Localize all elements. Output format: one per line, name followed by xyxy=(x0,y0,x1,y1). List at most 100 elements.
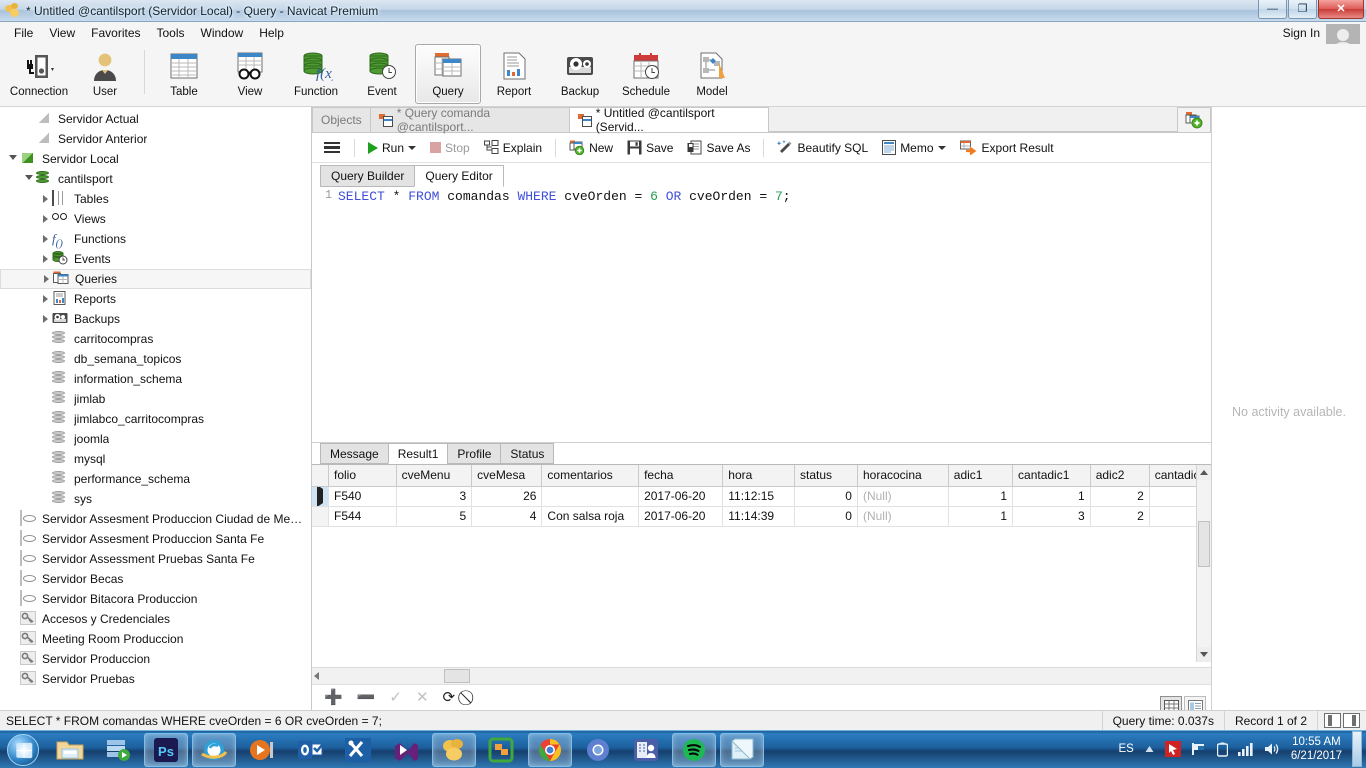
chevron-down-icon[interactable] xyxy=(408,145,417,150)
scroll-up-button[interactable] xyxy=(1197,465,1211,480)
chevron-right-icon[interactable] xyxy=(38,295,52,303)
toolbar-schedule[interactable]: Schedule xyxy=(613,44,679,104)
table-cell-horacocina[interactable]: (Null) xyxy=(857,506,949,527)
table-cell-cveMenu[interactable]: 3 xyxy=(396,486,473,507)
sidebar-item-servidor-assesment-produccion-santa-fe[interactable]: Servidor Assesment Produccion Santa Fe xyxy=(0,529,311,549)
tab-untitled-query[interactable]: * Untitled @cantilsport (Servid... xyxy=(568,106,769,134)
sql-editor[interactable]: 1 SELECT * FROM comandas WHERE cveOrden … xyxy=(312,187,1211,443)
sidebar-item-servidor-anterior[interactable]: Servidor Anterior xyxy=(0,129,311,149)
column-header-horacocina[interactable]: horacocina xyxy=(857,465,949,487)
toolbar-report[interactable]: Report xyxy=(481,44,547,104)
chevron-right-icon[interactable] xyxy=(38,255,52,263)
table-cell-cveMesa[interactable]: 26 xyxy=(471,486,543,507)
table-cell-fecha[interactable]: 2017-06-20 xyxy=(638,506,724,527)
taskbar-photoshop[interactable]: Ps xyxy=(144,732,188,767)
table-cell-hora[interactable]: 11:12:15 xyxy=(722,486,795,507)
sidebar-item-servidor-assesment-produccion-ciudad-de-mexico[interactable]: Servidor Assesment Produccion Ciudad de … xyxy=(0,509,311,529)
toolbar-model[interactable]: Model xyxy=(679,44,745,104)
menu-help[interactable]: Help xyxy=(251,24,292,42)
taskbar-media-server[interactable] xyxy=(96,733,140,767)
chevron-right-icon[interactable] xyxy=(38,195,52,203)
sidebar-item-carritocompras[interactable]: carritocompras xyxy=(0,329,311,349)
table-row[interactable]: F544 5 4 Con salsa roja 2017-06-20 11:14:39 0(… xyxy=(312,506,1211,527)
chevron-right-icon[interactable] xyxy=(39,275,53,283)
sidebar-item-performance-schema[interactable]: performance_schema xyxy=(0,469,311,489)
table-cell-cantadic1[interactable]: 1 xyxy=(1012,486,1091,507)
column-header-adic2[interactable]: adic2 xyxy=(1090,465,1150,487)
table-cell-cveMesa[interactable]: 4 xyxy=(471,506,543,527)
sidebar-item-reports[interactable]: Reports xyxy=(0,289,311,309)
taskbar-navicat[interactable] xyxy=(432,732,476,767)
sidebar-item-sys[interactable]: sys xyxy=(0,489,311,509)
chevron-down-icon[interactable] xyxy=(937,145,946,150)
action-center-flag-icon[interactable] xyxy=(1186,742,1212,756)
chevron-down-icon[interactable] xyxy=(22,174,36,184)
scroll-left-icon[interactable] xyxy=(314,672,319,680)
show-desktop-button[interactable] xyxy=(1352,731,1362,767)
toolbar-backup[interactable]: Backup xyxy=(547,44,613,104)
taskbar-teamviewer[interactable] xyxy=(480,733,524,767)
sidebar-item-servidor-produccion[interactable]: Servidor Produccion xyxy=(0,649,311,669)
sidebar-item-servidor-actual[interactable]: Servidor Actual xyxy=(0,109,311,129)
menu-view[interactable]: View xyxy=(41,24,83,42)
minimize-button[interactable]: — xyxy=(1258,0,1287,19)
table-cell-cveMenu[interactable]: 5 xyxy=(396,506,473,527)
taskbar-tools[interactable] xyxy=(336,733,380,767)
table-cell-adic2[interactable]: 2 xyxy=(1090,506,1150,527)
menu-window[interactable]: Window xyxy=(193,24,252,42)
tab-status[interactable]: Status xyxy=(500,443,555,464)
taskbar-notepad[interactable] xyxy=(720,732,764,767)
tab-objects[interactable]: Objects xyxy=(312,107,371,132)
add-record-icon[interactable]: ➕ xyxy=(324,690,343,705)
table-cell-adic1[interactable]: 1 xyxy=(948,486,1014,507)
table-cell-comentarios[interactable]: Con salsa roja xyxy=(541,506,640,527)
sidebar-item-servidor-becas[interactable]: Servidor Becas xyxy=(0,569,311,589)
beautify-sql-button[interactable]: Beautify SQL xyxy=(772,137,873,158)
result-grid[interactable]: folio cveMenu cveMesa comentarios fecha hora s… xyxy=(312,465,1211,527)
tab-query-builder[interactable]: Query Builder xyxy=(320,165,416,187)
new-tab-button[interactable] xyxy=(1177,107,1211,132)
column-header-comentarios[interactable]: comentarios xyxy=(541,465,640,487)
table-cell-folio[interactable]: F540 xyxy=(328,486,397,507)
sidebar-item-jimlab[interactable]: jimlab xyxy=(0,389,311,409)
sidebar-item-queries[interactable]: Queries xyxy=(0,269,311,289)
sql-code-text[interactable]: SELECT * FROM comandas WHERE cveOrden = … xyxy=(338,189,791,204)
remove-record-icon[interactable]: ➖ xyxy=(357,690,376,705)
sidebar-item-mysql[interactable]: mysql xyxy=(0,449,311,469)
sign-in-link[interactable]: Sign In xyxy=(1283,26,1320,40)
maximize-button[interactable]: ❐ xyxy=(1288,0,1317,19)
connection-tree-sidebar[interactable]: Servidor Actual Servidor Anterior Servidor… xyxy=(0,107,312,710)
table-row[interactable]: F540 3 26 2017-06-20 11:12:15 0 (Null) 1 1 2 xyxy=(312,486,1211,507)
sidebar-item-meeting-room-produccion[interactable]: Meeting Room Produccion xyxy=(0,629,311,649)
network-signal-icon[interactable] xyxy=(1233,742,1259,756)
sidebar-item-views[interactable]: Views xyxy=(0,209,311,229)
toggle-left-pane-icon[interactable] xyxy=(1324,713,1341,728)
refresh-icon[interactable]: ⟳ xyxy=(443,690,456,705)
taskbar-visual-studio[interactable] xyxy=(384,733,428,767)
sidebar-item-accesos-y-credenciales[interactable]: Accesos y Credenciales xyxy=(0,609,311,629)
result-horizontal-scrollbar[interactable] xyxy=(312,667,1211,684)
tab-message[interactable]: Message xyxy=(320,443,389,464)
result-grid-wrapper[interactable]: folio cveMenu cveMesa comentarios fecha hora s… xyxy=(312,465,1211,662)
stop-button[interactable]: Stop xyxy=(425,138,475,158)
column-header-cantadic1[interactable]: cantadic1 xyxy=(1012,465,1091,487)
toolbar-user[interactable]: User xyxy=(72,44,138,104)
sidebar-item-cantilsport[interactable]: cantilsport xyxy=(0,169,311,189)
chevron-right-icon[interactable] xyxy=(38,215,52,223)
table-cell-fecha[interactable]: 2017-06-20 xyxy=(638,486,724,507)
antivirus-tray-icon[interactable] xyxy=(1160,741,1186,757)
taskbar-chromium[interactable] xyxy=(576,733,620,767)
sidebar-item-joomla[interactable]: joomla xyxy=(0,429,311,449)
sidebar-item-jimlabco-carritocompras[interactable]: jimlabco_carritocompras xyxy=(0,409,311,429)
sidebar-item-servidor-local[interactable]: Servidor Local xyxy=(0,149,311,169)
explain-button[interactable]: Explain xyxy=(479,137,547,158)
scroll-down-button[interactable] xyxy=(1197,647,1211,662)
export-result-button[interactable]: Export Result xyxy=(955,137,1059,158)
sidebar-item-servidor-bitacora-produccion[interactable]: Servidor Bitacora Produccion xyxy=(0,589,311,609)
table-cell-status[interactable]: 0 xyxy=(794,486,858,507)
new-button[interactable]: New xyxy=(564,137,618,158)
sidebar-item-tables[interactable]: Tables xyxy=(0,189,311,209)
column-header-fecha[interactable]: fecha xyxy=(638,465,724,487)
toolbar-event[interactable]: Event xyxy=(349,44,415,104)
toolbar-table[interactable]: Table xyxy=(151,44,217,104)
